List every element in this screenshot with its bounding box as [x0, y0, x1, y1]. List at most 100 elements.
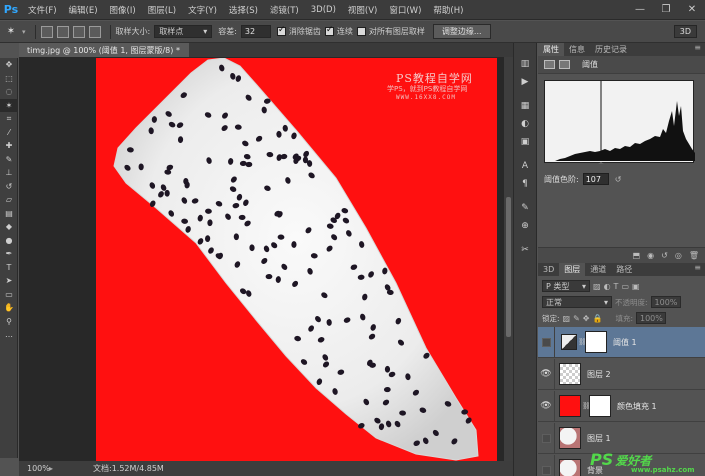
- layer-row-threshold[interactable]: ⛓ 阈值 1: [538, 326, 705, 358]
- antialias-checkbox[interactable]: [276, 25, 286, 36]
- tab-info[interactable]: 信息: [564, 43, 590, 56]
- lock-all-icon[interactable]: 🔒: [593, 314, 603, 323]
- magic-wand-icon[interactable]: ✶: [0, 26, 22, 37]
- pixel-filter-icon[interactable]: ▨: [593, 282, 601, 291]
- shape-filter-icon[interactable]: ▭: [621, 282, 629, 291]
- blend-mode-select[interactable]: 正常 ▾: [542, 296, 612, 308]
- visibility-toggle[interactable]: [538, 422, 555, 454]
- document-info[interactable]: 文档:1.52M/4.85M: [93, 463, 164, 474]
- status-menu-icon[interactable]: ▸: [49, 464, 53, 473]
- link-icon[interactable]: ⛓: [582, 402, 591, 410]
- layer-name[interactable]: 图层 2: [587, 369, 611, 380]
- view-previous-icon[interactable]: ◉: [647, 251, 654, 260]
- visibility-toggle[interactable]: 👁: [538, 358, 555, 390]
- menu-type[interactable]: 文字(Y): [182, 4, 223, 16]
- add-selection-icon[interactable]: [56, 25, 69, 38]
- layer-mask-thumbnail[interactable]: [585, 331, 607, 353]
- tab-properties[interactable]: 属性: [538, 43, 564, 56]
- lock-pixels-icon[interactable]: ✎: [573, 314, 580, 323]
- minimize-button[interactable]: —: [627, 0, 653, 20]
- tolerance-input[interactable]: 32: [240, 25, 271, 38]
- layer-name[interactable]: 图层 1: [587, 433, 611, 444]
- history-brush-icon[interactable]: ↺: [0, 180, 18, 194]
- menu-edit[interactable]: 编辑(E): [63, 4, 104, 16]
- intersect-selection-icon[interactable]: [88, 25, 101, 38]
- reset-icon[interactable]: ↺: [661, 251, 668, 260]
- document-tab[interactable]: timg.jpg @ 100% (阈值 1, 图层蒙版/8) *: [19, 43, 189, 57]
- type-tool-icon[interactable]: T: [0, 261, 18, 275]
- panel-menu-icon[interactable]: ≡: [694, 263, 705, 276]
- history-panel-icon[interactable]: ▥: [514, 55, 536, 73]
- link-icon[interactable]: ⛓: [578, 338, 587, 346]
- shape-tool-icon[interactable]: ▭: [0, 288, 18, 302]
- menu-layer[interactable]: 图层(L): [142, 4, 182, 16]
- layer-name[interactable]: 颜色填充 1: [617, 401, 657, 412]
- visibility-toggle[interactable]: 👁: [538, 390, 555, 422]
- tab-history[interactable]: 历史记录: [590, 43, 632, 56]
- visibility-icon[interactable]: ◎: [675, 251, 682, 260]
- character-panel-icon[interactable]: A: [514, 157, 536, 175]
- tab-layers[interactable]: 图层: [559, 263, 586, 276]
- adjustment-filter-icon[interactable]: ◐: [604, 282, 611, 291]
- swatches-panel-icon[interactable]: ▦: [514, 97, 536, 115]
- adjustment-icon[interactable]: [544, 60, 555, 69]
- gradient-tool-icon[interactable]: ▤: [0, 207, 18, 221]
- menu-window[interactable]: 窗口(W): [383, 4, 427, 16]
- type-filter-icon[interactable]: T: [614, 282, 619, 291]
- brush-tool-icon[interactable]: ✎: [0, 153, 18, 167]
- actions-panel-icon[interactable]: ▶: [514, 73, 536, 91]
- contiguous-checkbox[interactable]: [324, 25, 334, 36]
- opacity-input[interactable]: 100%: [650, 296, 681, 308]
- lasso-tool-icon[interactable]: ◌: [0, 85, 18, 99]
- layer-mask-thumbnail[interactable]: [589, 395, 611, 417]
- eraser-tool-icon[interactable]: ▱: [0, 193, 18, 207]
- layer-row-color-fill[interactable]: 👁 ⛓ 颜色填充 1: [538, 390, 705, 422]
- delete-icon[interactable]: 🗑: [689, 251, 699, 260]
- path-selection-icon[interactable]: ➤: [0, 274, 18, 288]
- marquee-tool-icon[interactable]: ⬚: [0, 72, 18, 86]
- fill-input[interactable]: 100%: [636, 312, 666, 324]
- smart-object-filter-icon[interactable]: ▣: [632, 282, 640, 291]
- healing-brush-icon[interactable]: ✚: [0, 139, 18, 153]
- move-tool-icon[interactable]: ✥: [0, 58, 18, 72]
- lock-position-icon[interactable]: ✥: [583, 314, 590, 323]
- hand-tool-icon[interactable]: ✋: [0, 301, 18, 315]
- tab-3d[interactable]: 3D: [538, 263, 559, 276]
- menu-view[interactable]: 视图(V): [342, 4, 383, 16]
- zoom-tool-icon[interactable]: ⚲: [0, 315, 18, 329]
- blur-tool-icon[interactable]: ◆: [0, 220, 18, 234]
- more-tools-icon[interactable]: …: [0, 328, 18, 342]
- dodge-tool-icon[interactable]: ●: [0, 234, 18, 248]
- threshold-input[interactable]: 107: [582, 173, 609, 185]
- scrollbar-thumb[interactable]: [506, 197, 511, 337]
- styles-panel-icon[interactable]: ▣: [514, 133, 536, 151]
- clip-to-layer-icon[interactable]: ⬒: [633, 251, 641, 260]
- tool-preset-chevron-icon[interactable]: ▾: [22, 28, 26, 36]
- menu-select[interactable]: 选择(S): [223, 4, 264, 16]
- panel-menu-icon[interactable]: ≡: [694, 43, 705, 56]
- tab-channels[interactable]: 通道: [585, 263, 611, 276]
- adjustments-panel-icon[interactable]: ◐: [514, 115, 536, 133]
- canvas-area[interactable]: PS教程自学网 学PS，就到PS教程自学网 WWW.16XX8.COM: [19, 57, 504, 461]
- tool-presets-icon[interactable]: ✂: [514, 241, 536, 259]
- menu-3d[interactable]: 3D(D): [305, 5, 342, 15]
- vertical-scrollbar[interactable]: [504, 57, 513, 461]
- histogram-warning-icon[interactable]: ↺: [615, 175, 622, 184]
- mask-icon[interactable]: [559, 60, 570, 69]
- layer-row-layer2[interactable]: 👁 图层 2: [538, 358, 705, 390]
- sample-size-select[interactable]: 取样点 ▾: [154, 25, 213, 38]
- threshold-histogram[interactable]: [544, 80, 695, 164]
- 3d-mode-button[interactable]: 3D: [673, 25, 697, 38]
- layer-kind-select[interactable]: P 类型 ▾: [542, 280, 590, 292]
- menu-filter[interactable]: 滤镜(T): [264, 4, 305, 16]
- subtract-selection-icon[interactable]: [72, 25, 85, 38]
- artboard[interactable]: PS教程自学网 学PS，就到PS教程自学网 WWW.16XX8.COM: [96, 58, 497, 461]
- close-button[interactable]: ✕: [679, 0, 705, 20]
- menu-image[interactable]: 图像(I): [104, 4, 142, 16]
- eyedropper-tool-icon[interactable]: ⁄: [0, 126, 18, 140]
- all-layers-checkbox[interactable]: [356, 27, 366, 36]
- visibility-toggle[interactable]: [538, 326, 555, 358]
- brush-panel-icon[interactable]: ✎: [514, 199, 536, 217]
- new-selection-icon[interactable]: [40, 25, 53, 38]
- magic-wand-tool-icon[interactable]: ✶: [0, 98, 18, 112]
